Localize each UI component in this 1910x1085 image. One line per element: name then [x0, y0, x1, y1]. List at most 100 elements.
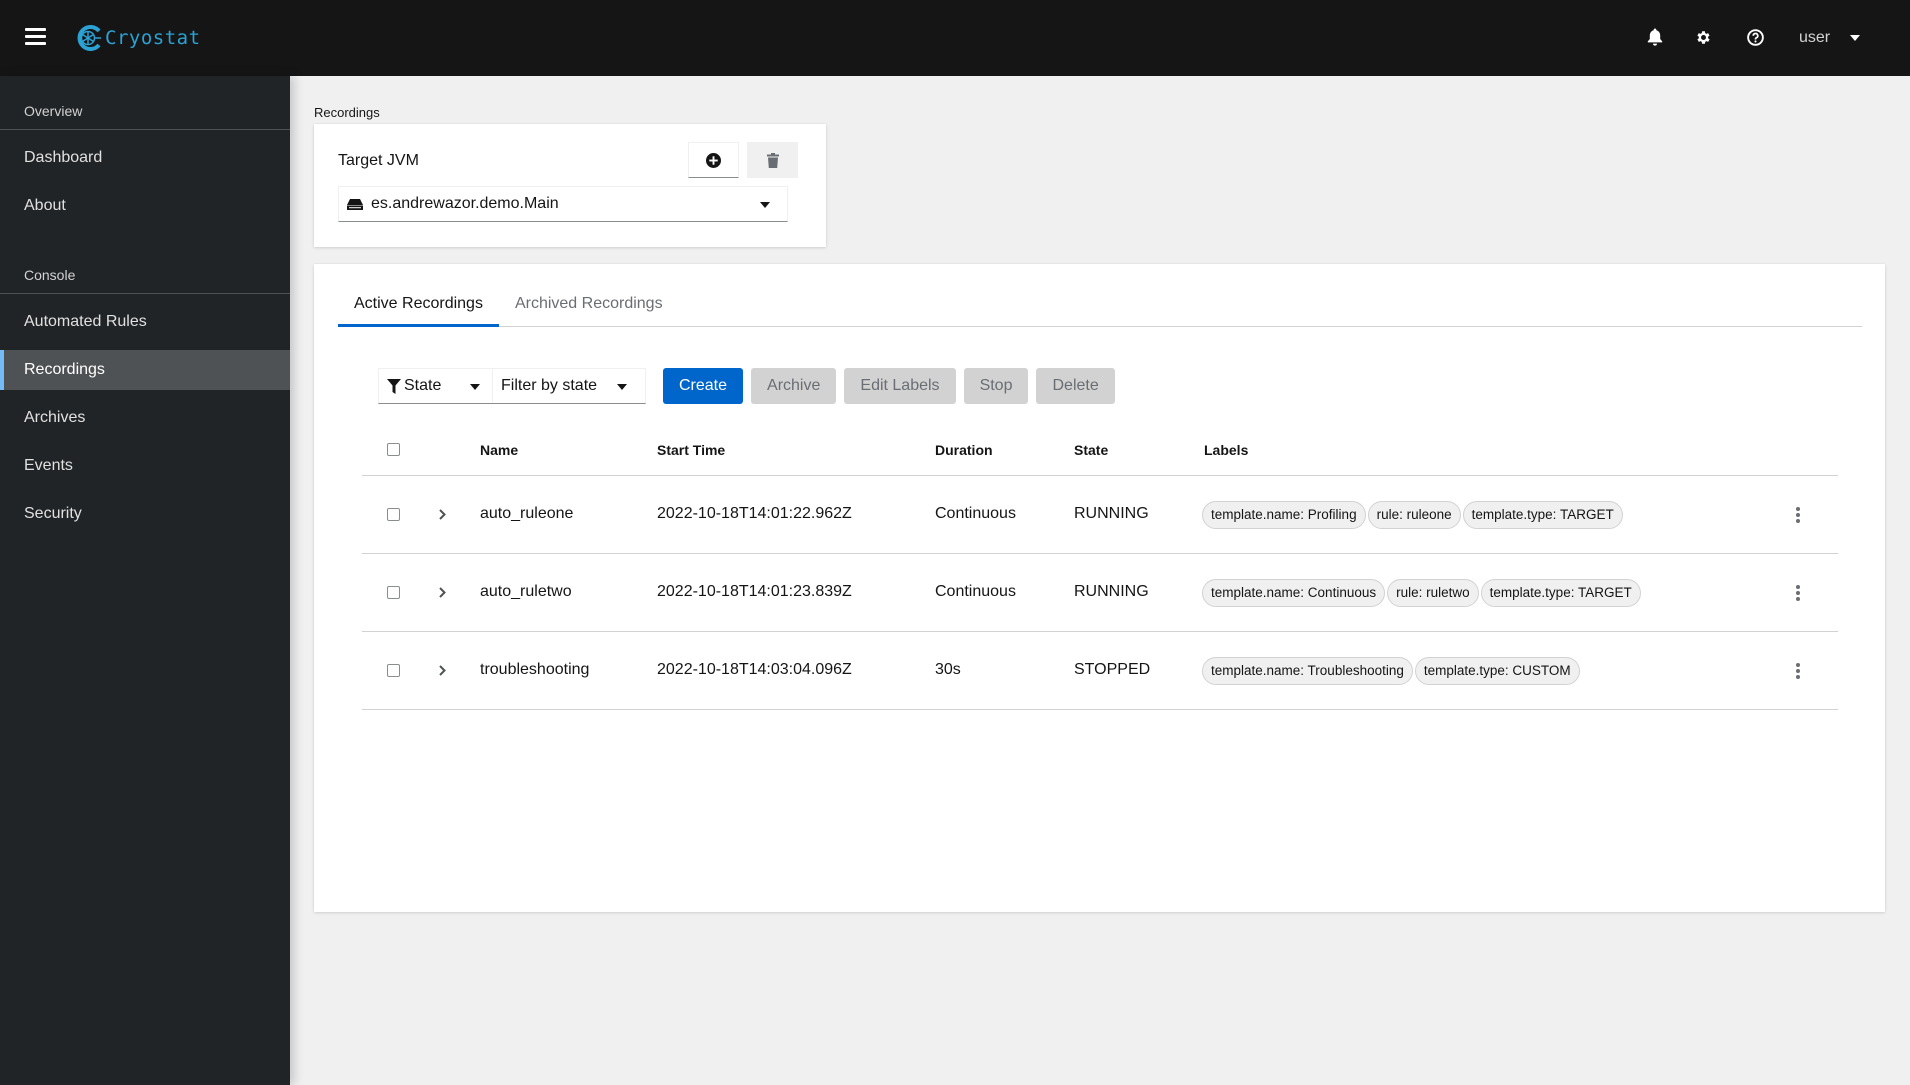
recordings-card: Active Recordings Archived Recordings St… — [314, 264, 1885, 912]
row-checkbox[interactable] — [387, 508, 400, 521]
settings-button[interactable] — [1693, 27, 1713, 47]
archive-button[interactable]: Archive — [751, 368, 837, 404]
label-chip: template.name: Continuous — [1202, 579, 1386, 607]
recordings-toolbar: State Filter by state Create Archive Edi… — [378, 368, 1115, 404]
kebab-dot — [1796, 669, 1800, 673]
kebab-dot — [1796, 513, 1800, 517]
sidebar-item-recordings[interactable]: Recordings — [0, 350, 290, 390]
label-chip: rule: ruleone — [1367, 501, 1461, 529]
label-chip: template.name: Profiling — [1202, 501, 1366, 529]
masthead: Cryostat user — [0, 0, 1910, 76]
sidebar-item-archives[interactable]: Archives — [0, 398, 290, 438]
filter-group: State Filter by state — [378, 368, 646, 404]
kebab-icon — [1796, 585, 1800, 589]
tab-active-recordings[interactable]: Active Recordings — [338, 284, 499, 327]
recording-labels: template.name: Continuous rule: ruletwo … — [1202, 579, 1643, 607]
user-dropdown[interactable]: user — [1799, 26, 1861, 50]
caret-down-icon — [617, 384, 627, 390]
stop-button[interactable]: Stop — [963, 368, 1029, 404]
menu-icon — [25, 28, 46, 31]
sidebar-item-security[interactable]: Security — [0, 494, 290, 534]
brand-logo[interactable]: Cryostat — [75, 23, 201, 53]
filter-by-state-dropdown[interactable]: Filter by state — [492, 369, 645, 403]
recordings-table: Name Start Time Duration State Labels au… — [362, 424, 1838, 710]
recording-state: RUNNING — [1074, 583, 1149, 600]
kebab-icon — [1796, 507, 1800, 511]
row-checkbox[interactable] — [387, 586, 400, 599]
help-icon — [1746, 28, 1764, 46]
filter-attribute-label: State — [404, 377, 442, 394]
column-header-state[interactable]: State — [1074, 442, 1108, 458]
cryostat-logo-icon — [77, 25, 101, 51]
recording-start-time: 2022-10-18T14:03:04.096Z — [657, 661, 852, 678]
target-selector-card: Target JVM es.andrewazor.demo.Main — [314, 124, 826, 247]
label-chip: template.type: TARGET — [1480, 579, 1641, 607]
recording-state: RUNNING — [1074, 505, 1149, 522]
kebab-dot — [1796, 675, 1800, 679]
expand-row-button[interactable] — [435, 504, 449, 524]
recording-name: troubleshooting — [480, 661, 590, 678]
delete-target-button[interactable] — [747, 142, 798, 178]
recording-start-time: 2022-10-18T14:01:22.962Z — [657, 505, 852, 522]
edit-labels-button[interactable]: Edit Labels — [844, 368, 956, 404]
kebab-icon — [1796, 663, 1800, 667]
row-actions-kebab[interactable] — [1788, 583, 1808, 603]
row-actions-kebab[interactable] — [1788, 505, 1808, 525]
sidebar-item-events[interactable]: Events — [0, 446, 290, 486]
trash-icon — [766, 152, 779, 168]
recording-duration: Continuous — [935, 583, 1016, 600]
create-button[interactable]: Create — [663, 368, 744, 404]
nav-section-overview: Overview — [0, 76, 290, 130]
recording-name: auto_ruleone — [480, 505, 574, 522]
menu-toggle-button[interactable] — [25, 28, 46, 47]
label-chip: template.name: Troubleshooting — [1202, 657, 1413, 685]
row-actions-kebab[interactable] — [1788, 661, 1808, 681]
chevron-right-icon — [438, 586, 446, 598]
row-checkbox[interactable] — [387, 664, 400, 677]
nav-section-console: Console — [0, 240, 290, 294]
kebab-dot — [1796, 591, 1800, 595]
caret-down-icon — [470, 384, 480, 390]
target-jvm-select[interactable]: es.andrewazor.demo.Main — [338, 186, 788, 222]
table-row: auto_ruleone 2022-10-18T14:01:22.962Z Co… — [362, 476, 1838, 554]
sidebar-item-automated-rules[interactable]: Automated Rules — [0, 302, 290, 342]
recording-labels: template.name: Troubleshooting template.… — [1202, 657, 1582, 685]
recording-state: STOPPED — [1074, 661, 1151, 678]
gear-icon — [1696, 30, 1710, 44]
expand-row-button[interactable] — [435, 660, 449, 680]
tab-archived-recordings[interactable]: Archived Recordings — [499, 284, 679, 326]
user-name: user — [1799, 29, 1831, 46]
label-chip: rule: ruletwo — [1387, 579, 1479, 607]
column-header-start-time[interactable]: Start Time — [657, 442, 725, 458]
help-button[interactable] — [1745, 27, 1765, 47]
server-icon — [347, 198, 363, 210]
recording-duration: Continuous — [935, 505, 1016, 522]
expand-row-button[interactable] — [435, 582, 449, 602]
sidebar-item-about[interactable]: About — [0, 186, 290, 226]
column-header-labels: Labels — [1204, 442, 1249, 458]
select-all-checkbox[interactable] — [387, 443, 400, 456]
notifications-button[interactable] — [1645, 27, 1665, 47]
plus-circle-icon — [706, 152, 721, 168]
chevron-right-icon — [438, 508, 446, 520]
recording-name: auto_ruletwo — [480, 583, 572, 600]
column-header-name[interactable]: Name — [480, 442, 518, 458]
table-row: auto_ruletwo 2022-10-18T14:01:23.839Z Co… — [362, 554, 1838, 632]
add-target-button[interactable] — [688, 142, 739, 178]
filter-attribute-dropdown[interactable]: State — [379, 369, 492, 403]
menu-icon-bar — [25, 35, 46, 38]
menu-icon-bar — [25, 42, 46, 45]
kebab-dot — [1796, 519, 1800, 523]
delete-button[interactable]: Delete — [1036, 368, 1115, 404]
caret-down-icon — [1850, 35, 1861, 41]
table-row: troubleshooting 2022-10-18T14:03:04.096Z… — [362, 632, 1838, 710]
chevron-right-icon — [438, 664, 446, 676]
sidebar-item-dashboard[interactable]: Dashboard — [0, 138, 290, 178]
target-jvm-value: es.andrewazor.demo.Main — [371, 195, 559, 212]
breadcrumb: Recordings — [314, 105, 380, 120]
column-header-duration[interactable]: Duration — [935, 442, 993, 458]
sidebar: Overview Dashboard About Console Automat… — [0, 76, 290, 1085]
label-chip: template.type: CUSTOM — [1414, 657, 1580, 685]
filter-by-state-placeholder: Filter by state — [501, 377, 598, 394]
bell-icon — [1647, 28, 1663, 46]
